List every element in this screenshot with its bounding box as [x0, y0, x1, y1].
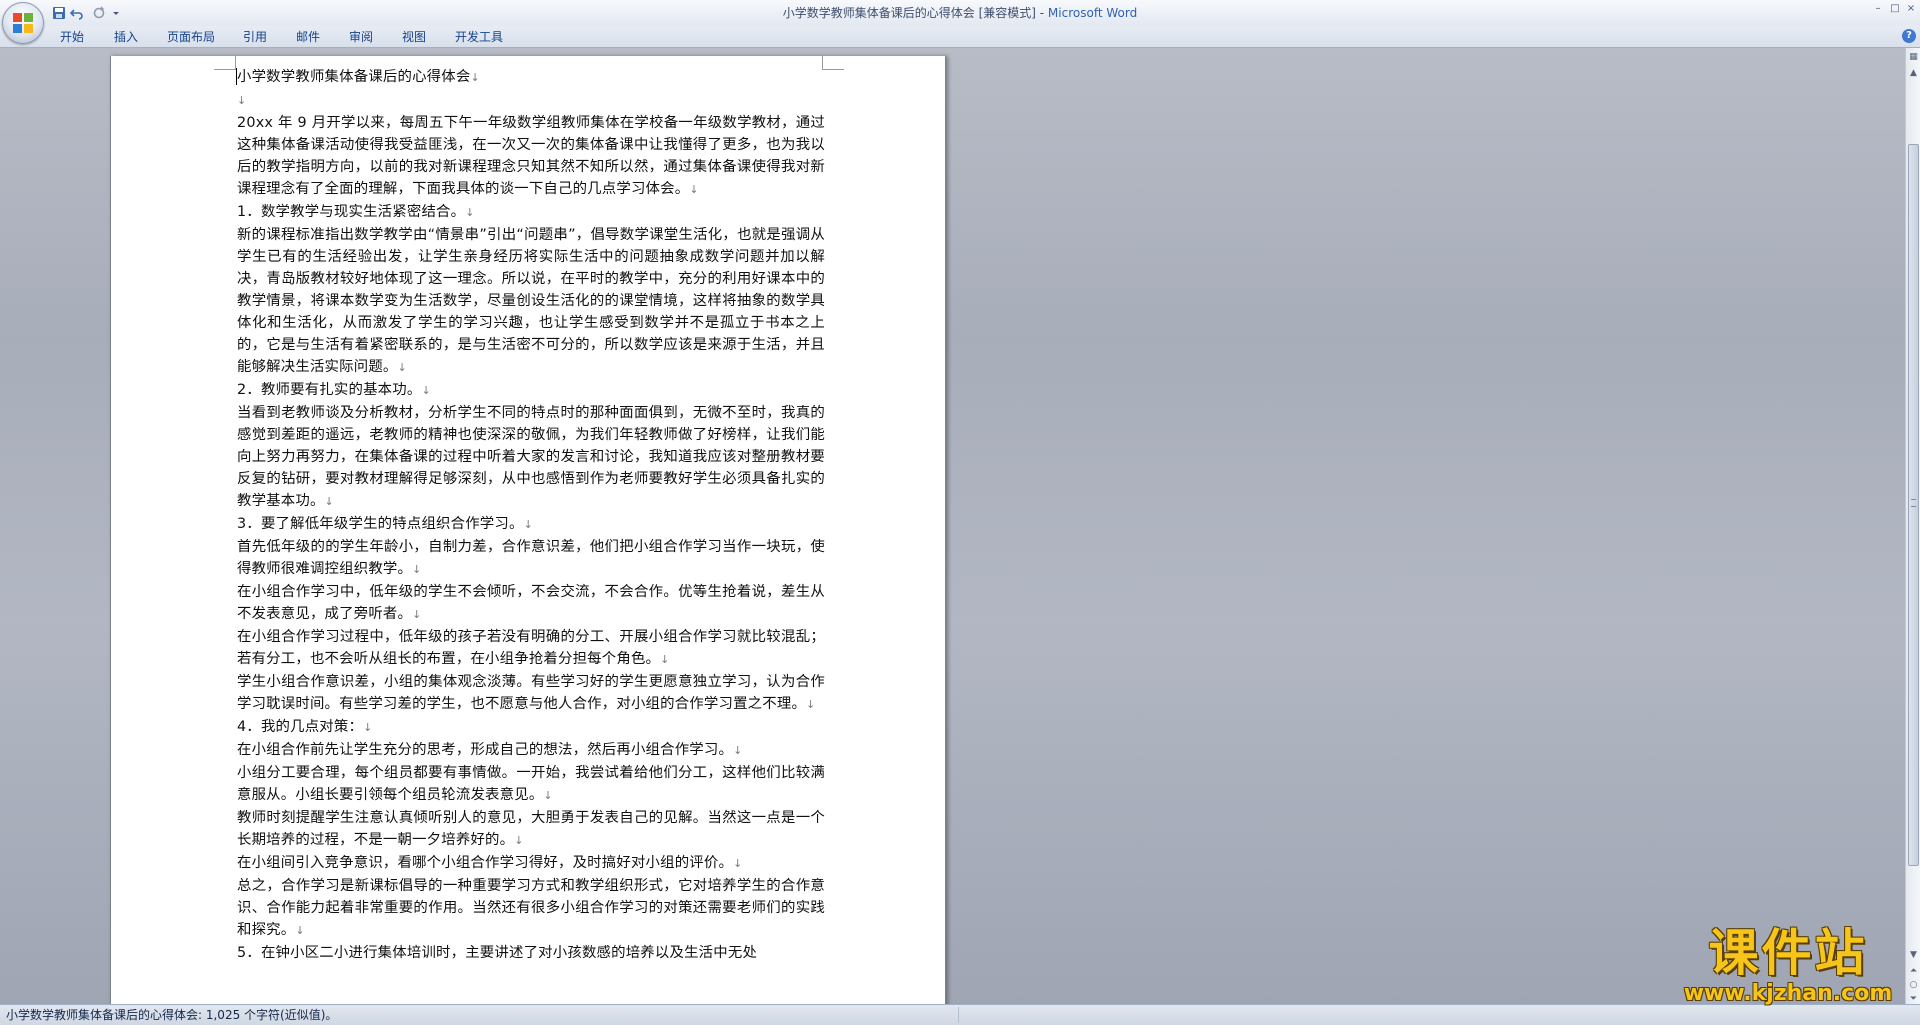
paragraph-mark-icon: ↓ — [237, 94, 247, 107]
paragraph-text: 4．我的几点对策： — [237, 719, 364, 735]
document-paragraph: 3．要了解低年级学生的特点组织合作学习。↓ — [237, 513, 825, 536]
paragraph-mark-icon: ↓ — [543, 789, 553, 802]
document-paragraph: 教师时刻提醒学生注意认真倾听别人的意见，大胆勇于发表自己的见解。当然这一点是一个… — [237, 807, 825, 852]
document-paragraph: 在小组合作学习过程中，低年级的孩子若没有明确的分工、开展小组合作学习就比较混乱；… — [237, 626, 825, 671]
vertical-scrollbar[interactable]: ▦ ▲ ▼ ⏶ ○ ⏷ — [1905, 48, 1920, 1004]
paragraph-text: 20xx 年 9 月开学以来，每周五下午一年级数学组教师集体在学校备一年级数学教… — [237, 115, 825, 197]
status-divider — [958, 1007, 959, 1023]
site-watermark: 课件站 www.kjzhan.com — [1672, 924, 1904, 1006]
paragraph-text: 小组分工要合理，每个组员都要有事情做。一开始，我尝试着给他们分工，这样他们比较满… — [237, 765, 825, 803]
window-title-doc: 小学数学教师集体备课后的心得体会 [兼容模式] - — [782, 6, 1048, 20]
tab-insert[interactable]: 插入 — [114, 29, 138, 46]
document-paragraph: 学生小组合作意识差，小组的集体观念淡薄。有些学习好的学生更愿意独立学习，认为合作… — [237, 671, 825, 716]
maximize-button[interactable]: □ — [1887, 2, 1903, 16]
document-paragraph: 首先低年级的的学生年龄小，自制力差，合作意识差，他们把小组合作学习当作一块玩，使… — [237, 536, 825, 581]
document-title-text: 小学数学教师集体备课后的心得体会 — [237, 69, 471, 85]
paragraph-mark-icon: ↓ — [733, 744, 743, 757]
document-paragraph: 新的课程标准指出数学教学由“情景串”引出“问题串”，倡导数学课堂生活化，也就是强… — [237, 224, 825, 379]
help-icon[interactable]: ? — [1902, 29, 1916, 43]
paragraph-text: 3．要了解低年级学生的特点组织合作学习。 — [237, 516, 524, 532]
tab-references[interactable]: 引用 — [243, 29, 267, 46]
vertical-scroll-thumb[interactable] — [1908, 144, 1919, 866]
document-paragraph: 20xx 年 9 月开学以来，每周五下午一年级数学组教师集体在学校备一年级数学教… — [237, 112, 825, 201]
document-paragraph: 在小组合作学习中，低年级的学生不会倾听，不会交流，不会合作。优等生抢着说，差生从… — [237, 581, 825, 626]
ruler-toggle-icon[interactable]: ▦ — [1907, 50, 1920, 64]
document-paragraph: 小组分工要合理，每个组员都要有事情做。一开始，我尝试着给他们分工，这样他们比较满… — [237, 762, 825, 807]
tab-home[interactable]: 开始 — [60, 29, 84, 46]
window-title: 小学数学教师集体备课后的心得体会 [兼容模式] - Microsoft Word — [0, 4, 1920, 22]
document-workspace: 小学数学教师集体备课后的心得体会↓ ↓ 20xx 年 9 月开学以来，每周五下午一… — [0, 48, 1905, 1004]
close-button[interactable]: × — [1903, 2, 1919, 16]
crop-mark-top-left — [214, 56, 236, 70]
document-paragraph: 在小组间引入竞争意识，看哪个小组合作学习得好，及时搞好对小组的评价。↓ — [237, 852, 825, 875]
paragraph-text: 教师时刻提醒学生注意认真倾听别人的意见，大胆勇于发表自己的见解。当然这一点是一个… — [237, 810, 825, 848]
office-button[interactable] — [2, 2, 44, 44]
paragraph-text: 学生小组合作意识差，小组的集体观念淡薄。有些学习好的学生更愿意独立学习，认为合作… — [237, 674, 825, 712]
paragraph-text: 新的课程标准指出数学教学由“情景串”引出“问题串”，倡导数学课堂生活化，也就是强… — [237, 227, 825, 375]
paragraph-text: 在小组合作学习中，低年级的学生不会倾听，不会交流，不会合作。优等生抢着说，差生从… — [237, 584, 825, 622]
office-logo-icon — [13, 13, 33, 33]
tab-page-layout[interactable]: 页面布局 — [167, 29, 215, 46]
paragraph-mark-icon: ↓ — [806, 698, 816, 711]
tab-view[interactable]: 视图 — [402, 29, 426, 46]
paragraph-text: 在小组合作学习过程中，低年级的孩子若没有明确的分工、开展小组合作学习就比较混乱；… — [237, 629, 825, 667]
paragraph-mark-icon: ↓ — [689, 183, 699, 196]
paragraph-mark-icon: ↓ — [295, 924, 305, 937]
document-body[interactable]: 小学数学教师集体备课后的心得体会↓ ↓ 20xx 年 9 月开学以来，每周五下午一… — [237, 66, 825, 964]
scroll-up-icon[interactable]: ▲ — [1907, 66, 1920, 80]
ribbon-tab-bar: 开始 插入 页面布局 引用 邮件 审阅 视图 开发工具 ? — [0, 26, 1920, 48]
paragraph-mark-icon: ↓ — [660, 653, 670, 666]
document-paragraph: 当看到老教师谈及分析教材，分析学生不同的特点时的那种面面俱到，无微不至时，我真的… — [237, 402, 825, 513]
paragraph-mark-icon: ↓ — [412, 563, 422, 576]
paragraph-text: 在小组合作前先让学生充分的思考，形成自己的想法，然后再小组合作学习。 — [237, 742, 734, 758]
scroll-grip-icon — [1911, 499, 1916, 507]
document-paragraph: 总之，合作学习是新课标倡导的一种重要学习方式和教学组织形式，它对培养学生的合作意… — [237, 875, 825, 942]
document-title: 小学数学教师集体备课后的心得体会↓ — [237, 66, 825, 89]
paragraph-text: 5．在钟小区二小进行集体培训时，主要讲述了对小孩数感的培养以及生活中无处 — [237, 945, 758, 961]
browse-object-icon[interactable]: ○ — [1907, 978, 1920, 992]
tab-review[interactable]: 审阅 — [349, 29, 373, 46]
document-paragraph: 4．我的几点对策：↓ — [237, 716, 825, 739]
paragraph-mark-icon: ↓ — [397, 361, 407, 374]
document-paragraphs: ↓ 20xx 年 9 月开学以来，每周五下午一年级数学组教师集体在学校备一年级数学… — [237, 89, 825, 964]
scroll-down-icon[interactable]: ▼ — [1907, 948, 1920, 962]
document-paragraph: 5．在钟小区二小进行集体培训时，主要讲述了对小孩数感的培养以及生活中无处 — [237, 942, 825, 964]
paragraph-text: 总之，合作学习是新课标倡导的一种重要学习方式和教学组织形式，它对培养学生的合作意… — [237, 878, 825, 938]
paragraph-mark-icon: ↓ — [324, 495, 334, 508]
status-bar: 小学数学教师集体备课后的心得体会: 1,025 个字符(近似值)。 — [0, 1004, 1920, 1025]
paragraph-mark-icon: ↓ — [421, 384, 431, 397]
paragraph-text: 在小组间引入竞争意识，看哪个小组合作学习得好，及时搞好对小组的评价。 — [237, 855, 734, 871]
paragraph-text: 当看到老教师谈及分析教材，分析学生不同的特点时的那种面面俱到，无微不至时，我真的… — [237, 405, 825, 509]
paragraph-mark-icon: ↓ — [733, 857, 743, 870]
paragraph-text: 1．数学教学与现实生活紧密结合。 — [237, 204, 466, 220]
crop-mark-top-right — [822, 56, 844, 70]
watermark-logo: 课件站 — [1708, 924, 1868, 982]
title-bar: 小学数学教师集体备课后的心得体会 [兼容模式] - Microsoft Word… — [0, 0, 1920, 44]
window-title-app: Microsoft Word — [1047, 6, 1138, 20]
previous-page-icon[interactable]: ⏶ — [1907, 964, 1920, 978]
paragraph-mark-icon: ↓ — [514, 834, 524, 847]
watermark-url: www.kjzhan.com — [1683, 981, 1893, 1006]
document-paragraph: ↓ — [237, 89, 825, 112]
minimize-button[interactable]: – — [1870, 2, 1886, 16]
document-paragraph: 1．数学教学与现实生活紧密结合。↓ — [237, 201, 825, 224]
document-paragraph: 在小组合作前先让学生充分的思考，形成自己的想法，然后再小组合作学习。↓ — [237, 739, 825, 762]
tab-developer[interactable]: 开发工具 — [455, 29, 503, 46]
paragraph-mark-icon: ↓ — [523, 518, 534, 531]
document-paragraph: 2．教师要有扎实的基本功。↓ — [237, 379, 825, 402]
paragraph-text: 首先低年级的的学生年龄小，自制力差，合作意识差，他们把小组合作学习当作一块玩，使… — [237, 539, 825, 577]
paragraph-mark-icon: ↓ — [470, 71, 480, 84]
paragraph-mark-icon: ↓ — [465, 206, 475, 219]
paragraph-text: 2．教师要有扎实的基本功。 — [237, 382, 422, 398]
tab-mailings[interactable]: 邮件 — [296, 29, 320, 46]
status-word-count[interactable]: 小学数学教师集体备课后的心得体会: 1,025 个字符(近似值)。 — [6, 1008, 337, 1023]
paragraph-mark-icon: ↓ — [412, 608, 422, 621]
paragraph-mark-icon: ↓ — [363, 721, 373, 734]
document-page[interactable]: 小学数学教师集体备课后的心得体会↓ ↓ 20xx 年 9 月开学以来，每周五下午一… — [110, 56, 946, 1004]
